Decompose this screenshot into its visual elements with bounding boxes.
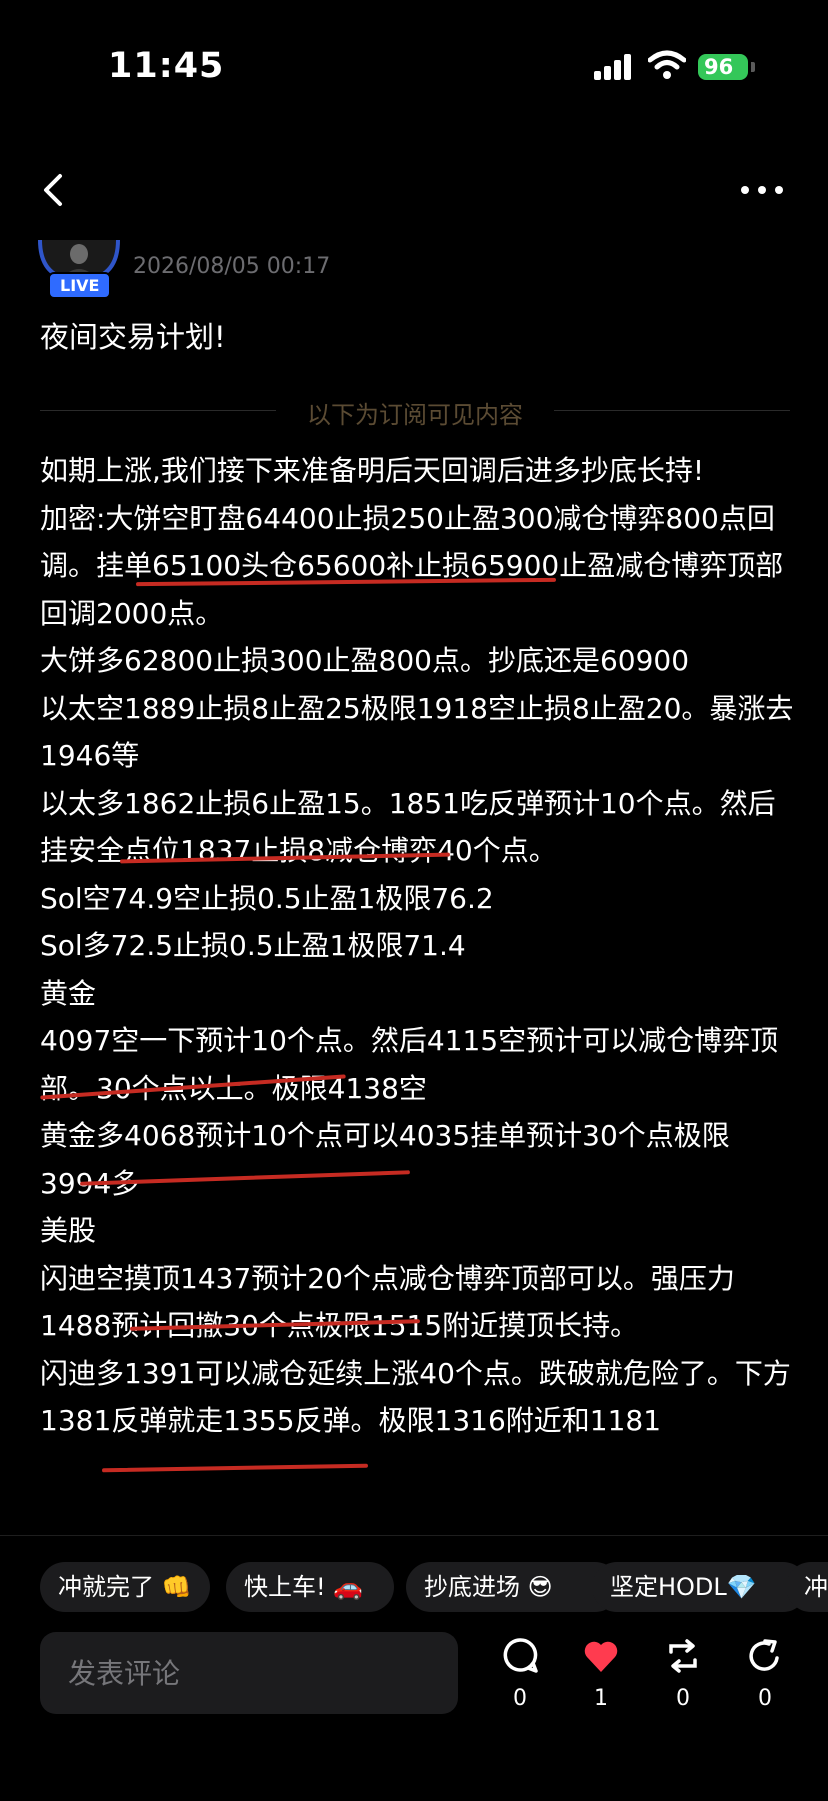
status-time: 11:45 <box>108 46 225 86</box>
post-body: 如期上涨,我们接下来准备明后天回调后进多抄底长持! 加密:大饼空盯盘64400止… <box>40 447 800 1445</box>
quick-reply-chip[interactable]: 冲就完了 👊 <box>40 1562 210 1612</box>
wifi-icon <box>647 50 687 84</box>
battery-icon: 96 <box>698 54 748 80</box>
battery-cap <box>751 62 755 72</box>
post-title: 夜间交易计划! <box>40 320 226 354</box>
quick-reply-chip[interactable]: 坚定HODL💎 <box>592 1562 808 1612</box>
heart-icon <box>584 1641 618 1672</box>
like-action[interactable]: 1 <box>571 1636 631 1711</box>
post-paragraph: Sol空74.9空止损0.5止盈1极限76.2 <box>40 881 494 915</box>
post-paragraph: Sol多72.5止损0.5止盈1极限71.4 <box>40 929 466 962</box>
repost-action[interactable]: 0 <box>653 1636 713 1711</box>
more-options-icon[interactable] <box>740 180 784 199</box>
comment-icon <box>503 1638 538 1673</box>
comment-box <box>40 1632 458 1714</box>
post-paragraph: 加密:大饼空盯盘64400止损250止盈300减仓博弈800点回调。挂单6510… <box>40 501 784 630</box>
share-icon <box>749 1639 779 1671</box>
subscriber-only-label: 以下为订阅可见内容 <box>307 401 523 429</box>
post-paragraph: 如期上涨,我们接下来准备明后天回调后进多抄底长持! <box>40 454 705 487</box>
red-underline-mark <box>101 1463 369 1473</box>
post-paragraph: 闪迪多1391可以减仓延续上涨40个点。跌破就危险了。下方1381反弹就走135… <box>40 1356 791 1438</box>
quick-reply-bar: 冲就完了 👊 快上车! 🚗 抄底进场 😎 坚定HODL💎 冲 <box>40 1562 828 1612</box>
quick-reply-chip[interactable]: 抄底进场 😎 <box>406 1562 620 1612</box>
cellular-signal-icon <box>594 54 634 84</box>
live-badge: LIVE <box>48 272 112 299</box>
post-paragraph: 美股 <box>40 1214 97 1247</box>
post-paragraph: 4097空一下预计10个点。然后4115空预计可以减仓博弈顶部。30个点以上。极… <box>40 1024 779 1105</box>
post-paragraph: 大饼多62800止损300止盈800点。抄底还是60900 <box>40 644 690 677</box>
post-paragraph: 以太空1889止损8止盈25极限1918空止损8止盈20。暴涨去1946等 <box>40 691 794 773</box>
like-count: 1 <box>594 1686 608 1711</box>
comment-input[interactable] <box>40 1632 458 1714</box>
post-timestamp: 2026/08/05 00:17 <box>133 254 331 279</box>
author-row: LIVE 2026/08/05 00:17 <box>38 240 438 300</box>
quick-reply-chip[interactable]: 快上车! 🚗 <box>226 1562 394 1612</box>
post-paragraph: 黄金多4068预计10个点可以4035挂单预计30个点极限3994多 <box>40 1119 730 1200</box>
bottom-divider <box>0 1535 828 1536</box>
share-count: 0 <box>758 1686 772 1711</box>
comment-count: 0 <box>513 1686 527 1711</box>
post-paragraph: 黄金 <box>40 976 97 1010</box>
back-icon[interactable] <box>40 170 68 214</box>
repost-count: 0 <box>676 1686 690 1711</box>
quick-reply-chip[interactable]: 冲 <box>786 1562 828 1612</box>
subscriber-divider: 以下为订阅可见内容 <box>40 395 790 429</box>
status-bar: 11:45 96 <box>0 0 828 140</box>
repost-icon <box>669 1639 697 1673</box>
comment-action[interactable]: 0 <box>490 1636 550 1711</box>
post-paragraph: 闪迪空摸顶1437预计20个点减仓博弈顶部可以。强压力1488预计回撤30个点极… <box>40 1261 735 1343</box>
nav-bar <box>0 150 828 222</box>
share-action[interactable]: 0 <box>735 1636 795 1711</box>
